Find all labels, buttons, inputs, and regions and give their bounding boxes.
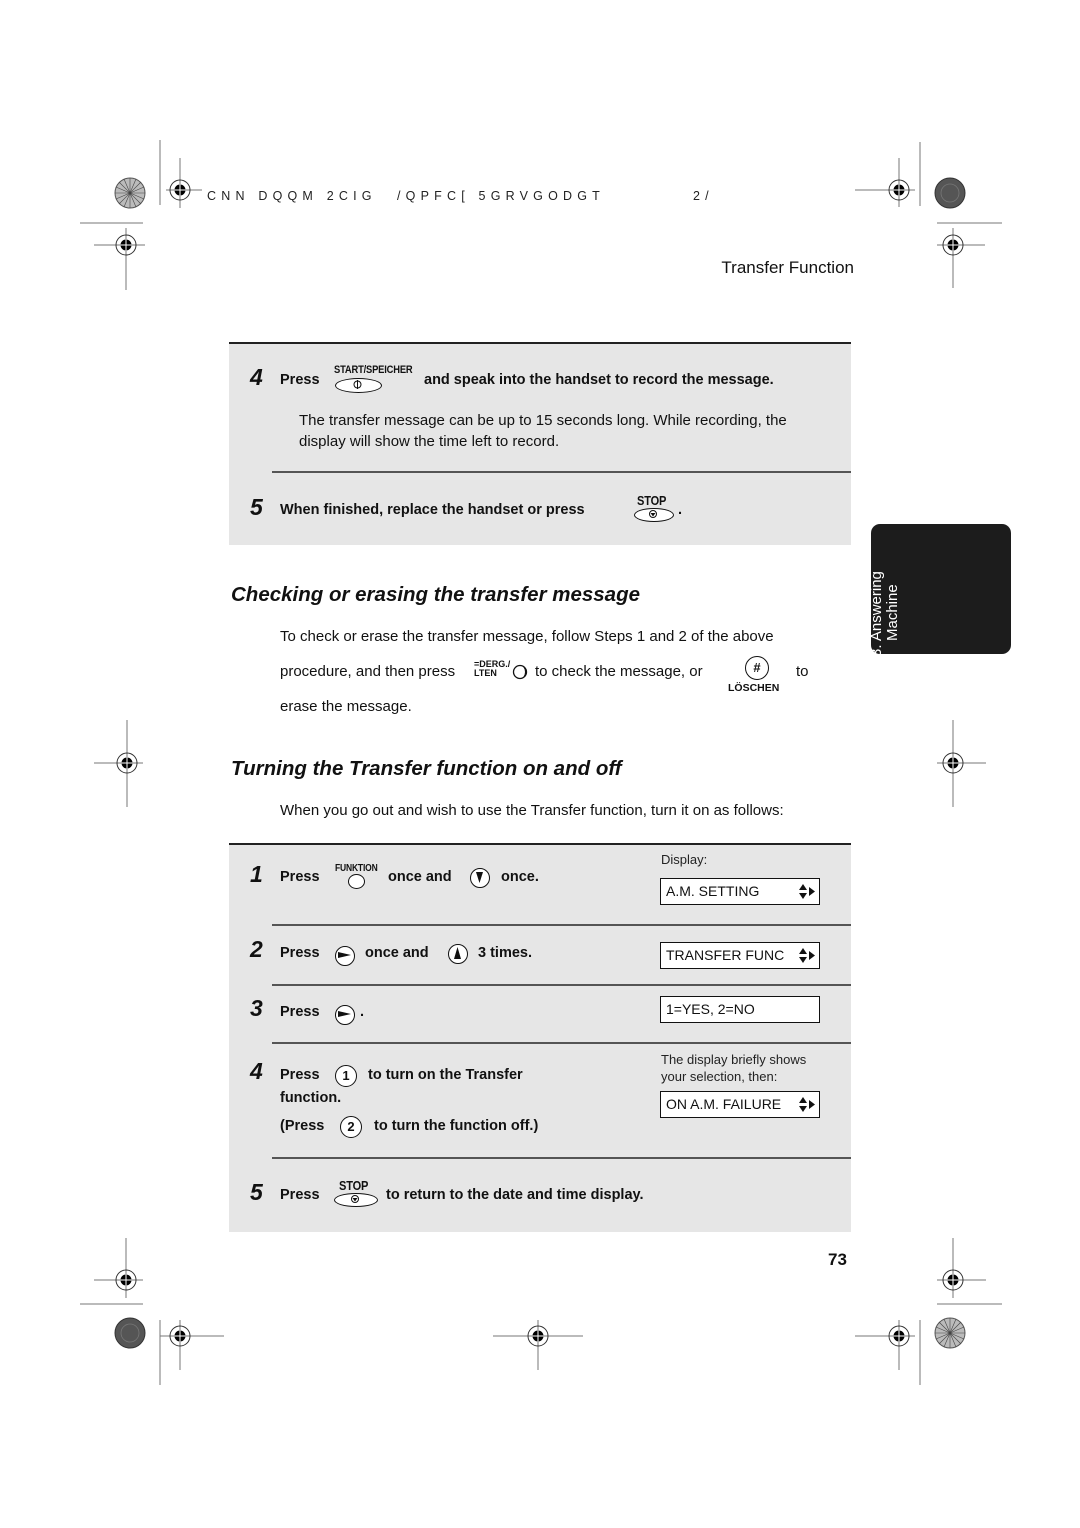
step-text: once and [388,869,452,885]
chapter-tab-label: 3. Answering Machine [868,571,901,657]
gray-target-icon [934,177,966,209]
section-heading-checking: Checking or erasing the transfer message [231,583,641,606]
step-press-label: Press [280,1004,320,1020]
up-arrow-key-icon [454,947,461,959]
down-arrow-key-button[interactable] [470,868,490,888]
lcd-display: TRANSFER FUNC [660,942,820,969]
chapter-tab-line2: Machine [884,584,901,641]
step-number: 4 [250,364,263,390]
step-note-line: display will show the time left to recor… [299,433,560,450]
gray-target-icon [114,1317,146,1349]
stop-key-button[interactable] [334,1193,378,1207]
step-number: 2 [250,936,263,962]
hash-key-button[interactable]: # [745,656,769,680]
step-number: 5 [250,494,263,520]
step-press-label: Press [280,1067,320,1083]
step-text: to turn on the Transfer [368,1067,523,1083]
paragraph-line: When you go out and wish to use the Tran… [280,802,784,819]
paragraph-text: to [796,663,809,680]
page-number: 73 [828,1250,847,1269]
display-note-line: your selection, then: [661,1069,778,1084]
step-period: . [360,1004,365,1020]
lcd-display: 1=YES, 2=NO [660,996,820,1023]
up-down-right-arrows-icon [799,1097,815,1112]
lcd-display: A.M. SETTING [660,878,820,905]
step-press-label: Press [280,1187,320,1203]
chapter-tab-line1: 3. Answering [868,571,885,657]
display-caption: Display: [661,852,708,867]
stop-icon [351,1195,359,1203]
display-note-line: The display briefly shows [661,1052,807,1067]
stop-key-label: STOP [637,493,667,508]
chapter-tab[interactable]: 3. Answering Machine [868,524,1011,657]
color-target-icon [934,1317,966,1349]
key-1-button[interactable]: 1 [335,1065,357,1087]
lcd-text: 1=YES, 2=NO [666,1001,755,1017]
box-top-rule [229,342,851,344]
step-press-label: Press [280,869,320,885]
start-icon [353,380,362,389]
step-divider [272,471,851,473]
hash-key-label: LÖSCHEN [728,682,780,694]
stop-icon [649,510,657,518]
paragraph-line: erase the message. [280,698,412,715]
funktion-key-button[interactable] [348,874,365,889]
up-down-right-arrows-icon [799,948,815,963]
header-code-mid: /QPFC[ 5GRVGODGT [397,189,605,203]
step-number: 5 [250,1179,263,1205]
key-2-button[interactable]: 2 [340,1116,362,1138]
play-key-label-bottom: LTEN [474,668,497,678]
play-key-button[interactable] [512,664,528,680]
step-number: 4 [250,1058,263,1084]
step-press-label: Press [280,945,320,961]
step-divider [272,924,851,926]
lcd-display: ON A.M. FAILURE [660,1091,820,1118]
box-top-rule [229,843,851,845]
step-note-line: The transfer message can be up to 15 sec… [299,412,787,429]
step-instruction: When finished, replace the handset or pr… [280,502,585,518]
stop-key-label: STOP [339,1178,369,1193]
section-heading-turning: Turning the Transfer function on and off [231,757,622,780]
play-key-label: =DERG./ LTEN [474,660,510,678]
right-arrow-key-button[interactable] [335,946,355,966]
right-arrow-key-button[interactable] [335,1005,355,1025]
step-text: (Press [280,1118,325,1134]
step-text: 3 times. [478,945,532,961]
color-target-icon [114,177,146,209]
funktion-key-label: FUNKTION [335,863,378,874]
down-arrow-key-icon [476,872,483,883]
start-key-label: START/SPEICHER [334,364,413,376]
header-code-left: CNN DQQM 2CIG [207,189,377,203]
stop-key-button[interactable] [634,508,674,522]
running-title: Transfer Function [721,258,854,277]
step-press-label: Press [280,372,320,388]
up-arrow-key-button[interactable] [448,944,468,964]
step-number: 1 [250,861,263,887]
paragraph-line: procedure, and then press [280,663,456,680]
record-steps-box: 4 Press START/SPEICHER and speak into th… [229,342,851,545]
paragraph-line: To check or erase the transfer message, … [280,628,774,645]
step-number: 3 [250,995,263,1021]
lcd-text: TRANSFER FUNC [666,947,785,963]
turning-steps-box: Display: 1 Press FUNKTION once and once.… [229,843,851,1232]
step-divider [272,1157,851,1159]
lcd-text: ON A.M. FAILURE [666,1096,782,1112]
step-text: once and [365,945,429,961]
header-code-right: 2/ [693,189,714,203]
right-arrow-key-icon [338,1011,351,1017]
step-divider [272,1042,851,1044]
step-period: . [678,502,683,518]
start-key-button[interactable] [335,378,382,393]
step-text: to turn the function off.) [374,1118,539,1134]
paragraph-text: to check the message, or [535,663,703,680]
step-text: once. [501,869,539,885]
step-instruction: and speak into the handset to record the… [424,372,774,388]
step-divider [272,984,851,986]
up-down-right-arrows-icon [799,884,815,899]
step-text: to return to the date and time display. [386,1187,644,1203]
right-arrow-key-icon [338,952,351,958]
lcd-text: A.M. SETTING [666,883,760,899]
step-text: function. [280,1090,342,1106]
